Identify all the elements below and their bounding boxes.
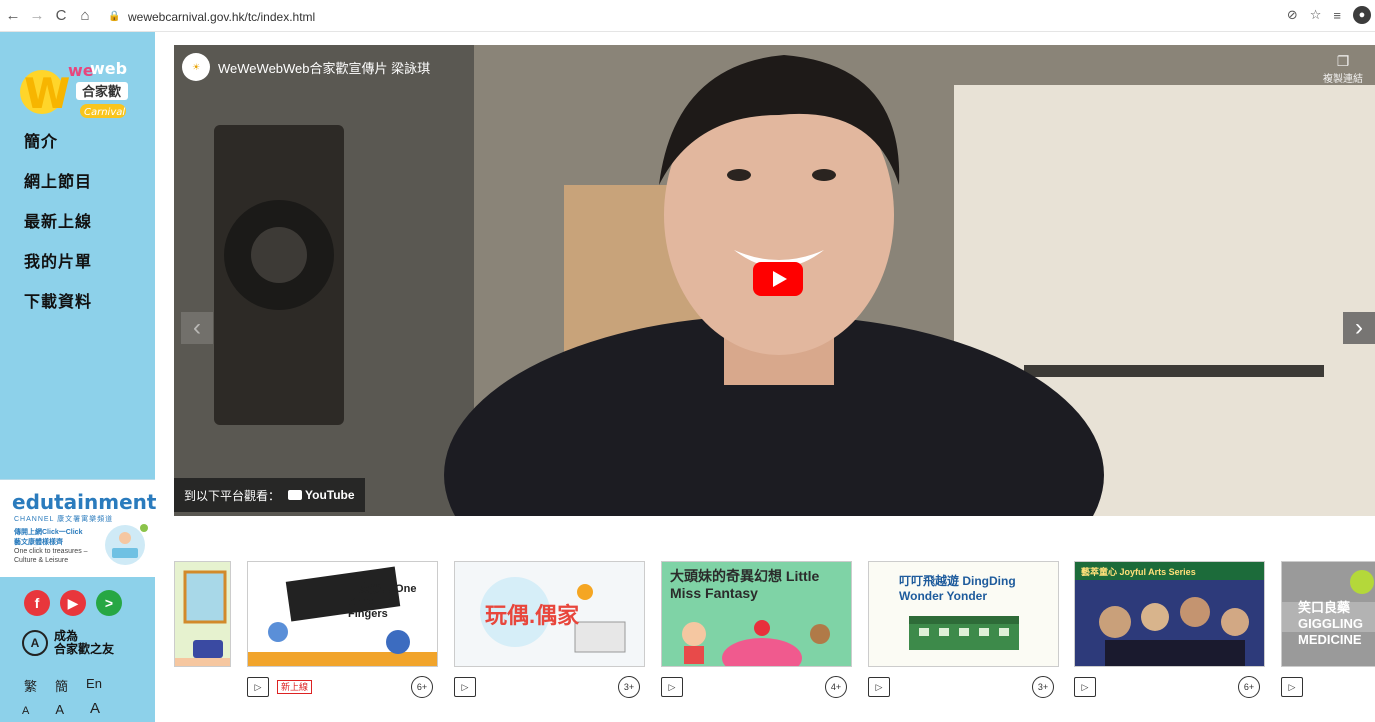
programme-card[interactable]: 笑口良藥 GIGGLING MEDICINE ▷ bbox=[1281, 561, 1375, 701]
slider-next-arrow[interactable]: › bbox=[1343, 312, 1375, 344]
facebook-icon[interactable]: f bbox=[24, 590, 50, 616]
forward-button[interactable]: → bbox=[26, 5, 48, 27]
menu-item-my-playlist[interactable]: 我的片單 bbox=[24, 252, 92, 274]
programme-card[interactable]: 大頭妹的奇異幻想 Little Miss Fantasy ▷ 4+ bbox=[661, 561, 853, 701]
programme-thumbnail: 大頭妹的奇異幻想 Little Miss Fantasy bbox=[661, 561, 852, 667]
youtube-logo-text: YouTube bbox=[305, 488, 355, 502]
copy-link-button[interactable]: ❐ 複製連結 bbox=[1323, 53, 1363, 85]
programme-thumbnail: 玩偶.偶家 bbox=[454, 561, 645, 667]
svg-text:W: W bbox=[24, 69, 70, 118]
site-logo[interactable]: W we web 合家歡 Carnival bbox=[18, 52, 136, 124]
programme-thumbnail: 叮叮飛越遊 DingDing Wonder Yonder bbox=[868, 561, 1059, 667]
watch-on-label: 到以下平台觀看： bbox=[184, 488, 281, 503]
age-badge: 6+ bbox=[411, 676, 433, 698]
font-size-switcher: A A A bbox=[22, 700, 100, 717]
font-size-large[interactable]: A bbox=[90, 700, 100, 717]
age-badge: 4+ bbox=[825, 676, 847, 698]
friend-icon: A bbox=[22, 630, 48, 656]
age-badge: 3+ bbox=[1032, 676, 1054, 698]
age-badge: 6+ bbox=[1238, 676, 1260, 698]
programme-title: 笑口良藥 GIGGLING MEDICINE bbox=[1298, 600, 1363, 647]
programme-thumbnail: 一家幾口 One Song Ten Fingers bbox=[247, 561, 438, 667]
reading-list-icon[interactable]: ≡ bbox=[1333, 8, 1341, 23]
social-links: f ▶ > bbox=[24, 590, 122, 616]
programme-title: 一家幾口 One Song Ten Fingers bbox=[348, 583, 417, 620]
programme-title: 大頭妹的奇異幻想 Little Miss Fantasy bbox=[670, 568, 820, 601]
copy-link-label: 複製連結 bbox=[1323, 74, 1363, 85]
browser-toolbar: ← → C ⌂ 🔒 wewebcarnival.gov.hk/tc/index.… bbox=[0, 0, 1375, 32]
slider-prev-arrow[interactable]: ‹ bbox=[181, 312, 213, 344]
programme-title: 藝萃童心 Joyful Arts Series bbox=[1081, 567, 1196, 577]
play-icon[interactable]: ▷ bbox=[1074, 677, 1096, 697]
programme-card[interactable]: 一家幾口 One Song Ten Fingers ▷ 新上線 6+ bbox=[247, 561, 439, 701]
programme-thumbnail bbox=[174, 561, 231, 667]
edutainment-line: One click to treasures – bbox=[14, 548, 88, 555]
main-menu: 簡介 網上節目 最新上線 我的片單 下載資料 bbox=[24, 132, 92, 314]
play-icon[interactable]: ▷ bbox=[1281, 677, 1303, 697]
programme-thumbnail: 藝萃童心 Joyful Arts Series bbox=[1074, 561, 1265, 667]
back-button[interactable]: ← bbox=[2, 5, 24, 27]
sidebar: W we web 合家歡 Carnival 簡介 網上節目 最新上線 我的片單 … bbox=[0, 32, 157, 722]
watch-on-youtube[interactable]: 到以下平台觀看： YouTube bbox=[174, 478, 365, 512]
edutainment-subtitle: CHANNEL 康文署寓樂頻道 bbox=[14, 516, 114, 523]
edutainment-banner[interactable]: edutainment CHANNEL 康文署寓樂頻道 傳開上網Click一Cl… bbox=[0, 479, 157, 577]
menu-item-latest[interactable]: 最新上線 bbox=[24, 212, 92, 234]
programme-card[interactable]: 叮叮飛越遊 DingDing Wonder Yonder ▷ 3+ bbox=[868, 561, 1060, 701]
edutainment-illustration bbox=[105, 524, 148, 565]
programme-carousel: 一家幾口 One Song Ten Fingers ▷ 新上線 6+ 玩偶.偶家… bbox=[174, 561, 1375, 701]
menu-item-intro[interactable]: 簡介 bbox=[24, 132, 92, 154]
menu-item-downloads[interactable]: 下載資料 bbox=[24, 292, 92, 314]
lock-icon: 🔒 bbox=[108, 11, 121, 22]
svg-text:Carnival: Carnival bbox=[84, 107, 125, 118]
font-size-small[interactable]: A bbox=[22, 705, 29, 717]
lang-english[interactable]: En bbox=[86, 676, 102, 695]
star-icon[interactable]: ☆ bbox=[1310, 7, 1322, 23]
new-badge: 新上線 bbox=[277, 680, 313, 694]
become-friend-link[interactable]: A 成為 合家歡之友 bbox=[22, 630, 114, 656]
play-icon[interactable]: ▷ bbox=[661, 677, 683, 697]
programme-card[interactable]: 玩偶.偶家 ▷ 3+ bbox=[454, 561, 646, 701]
youtube-logo-icon bbox=[288, 490, 303, 500]
age-badge: 3+ bbox=[618, 676, 640, 698]
friend-line-2: 合家歡之友 bbox=[54, 642, 115, 656]
programme-card[interactable] bbox=[174, 561, 232, 701]
play-icon[interactable]: ▷ bbox=[868, 677, 890, 697]
play-icon[interactable]: ▷ bbox=[247, 677, 269, 697]
menu-item-online-programmes[interactable]: 網上節目 bbox=[24, 172, 92, 194]
home-button[interactable]: ⌂ bbox=[74, 5, 96, 27]
url-text: wewebcarnival.gov.hk/tc/index.html bbox=[128, 10, 316, 24]
svg-text:web: web bbox=[90, 59, 127, 78]
programme-card[interactable]: 藝萃童心 Joyful Arts Series ▷ 6+ bbox=[1074, 561, 1266, 701]
profile-icon[interactable]: ● bbox=[1353, 6, 1371, 24]
address-bar[interactable]: 🔒 wewebcarnival.gov.hk/tc/index.html bbox=[108, 6, 1288, 28]
programme-title: 玩偶.偶家 bbox=[485, 603, 580, 628]
youtube-video-player[interactable]: ☀ WeWeWebWeb合家歡宣傳片 梁詠琪 ❐ 複製連結 到以下平台觀看： Y… bbox=[174, 45, 1375, 516]
youtube-logo: YouTube bbox=[288, 488, 355, 502]
browser-actions: ⊘ ☆ ≡ ● bbox=[1287, 6, 1371, 24]
video-title-bar: ☀ WeWeWebWeb合家歡宣傳片 梁詠琪 bbox=[182, 53, 430, 81]
svg-text:合家歡: 合家歡 bbox=[82, 84, 121, 100]
channel-avatar[interactable]: ☀ bbox=[182, 53, 210, 81]
lang-traditional[interactable]: 繁 bbox=[24, 676, 37, 695]
reload-button[interactable]: C bbox=[50, 5, 72, 27]
programme-thumbnail: 笑口良藥 GIGGLING MEDICINE bbox=[1281, 561, 1375, 667]
edutainment-line: 藝文康體樣樣齊 bbox=[14, 539, 63, 546]
play-button[interactable] bbox=[753, 262, 803, 296]
copy-icon: ❐ bbox=[1336, 53, 1350, 69]
video-title[interactable]: WeWeWebWeb合家歡宣傳片 梁詠琪 bbox=[218, 58, 430, 77]
play-icon[interactable]: ▷ bbox=[454, 677, 476, 697]
edutainment-line: 傳開上網Click一Click bbox=[14, 529, 83, 536]
edutainment-title: edutainment bbox=[12, 490, 157, 514]
edutainment-line: Culture & Leisure bbox=[14, 557, 69, 564]
language-switcher: 繁 簡 En bbox=[24, 676, 102, 695]
lang-simplified[interactable]: 簡 bbox=[55, 676, 68, 695]
programme-title: 叮叮飛越遊 DingDing Wonder Yonder bbox=[899, 574, 1016, 603]
youtube-icon[interactable]: ▶ bbox=[60, 590, 86, 616]
font-size-medium[interactable]: A bbox=[55, 702, 64, 717]
share-icon[interactable]: > bbox=[96, 590, 122, 616]
tracking-icon[interactable]: ⊘ bbox=[1287, 7, 1298, 23]
